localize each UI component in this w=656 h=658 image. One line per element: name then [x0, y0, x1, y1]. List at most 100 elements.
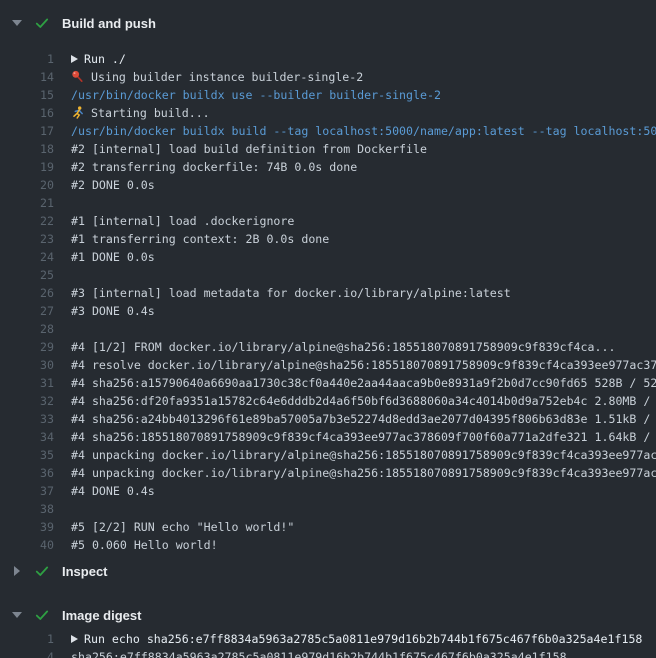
- line-number[interactable]: 15: [0, 86, 54, 104]
- section-title: Image digest: [62, 608, 141, 623]
- section-header-build-and-push[interactable]: Build and push: [0, 0, 656, 38]
- line-number[interactable]: 31: [0, 374, 54, 392]
- log-line: 29#4 [1/2] FROM docker.io/library/alpine…: [0, 338, 656, 356]
- line-number[interactable]: 37: [0, 482, 54, 500]
- line-number[interactable]: 21: [0, 194, 54, 212]
- line-number[interactable]: 38: [0, 500, 54, 518]
- log-text: #5 [2/2] RUN echo "Hello world!": [54, 518, 656, 536]
- line-number[interactable]: 40: [0, 536, 54, 554]
- log-line: 38: [0, 500, 656, 518]
- line-number[interactable]: 14: [0, 68, 54, 86]
- log-text: #2 DONE 0.0s: [54, 176, 656, 194]
- log-text: #4 resolve docker.io/library/alpine@sha2…: [54, 356, 656, 374]
- section-header-image-digest[interactable]: Image digest: [0, 604, 656, 626]
- log-line: 15/usr/bin/docker buildx use --builder b…: [0, 86, 656, 104]
- log-line: 4sha256:e7ff8834a5963a2785c5a0811e979d16…: [0, 648, 656, 658]
- log-text: #4 sha256:a24bb4013296f61e89ba57005a7b3e…: [54, 410, 656, 428]
- line-number[interactable]: 25: [0, 266, 54, 284]
- line-number[interactable]: 28: [0, 320, 54, 338]
- line-number[interactable]: 39: [0, 518, 54, 536]
- line-number[interactable]: 1: [0, 50, 54, 68]
- log-text: #1 transferring context: 2B 0.0s done: [54, 230, 656, 248]
- log-text: [54, 266, 656, 284]
- log-line: 35#4 unpacking docker.io/library/alpine@…: [0, 446, 656, 464]
- log-line[interactable]: 1Run ./: [0, 50, 656, 68]
- line-number[interactable]: 16: [0, 104, 54, 122]
- section-title: Inspect: [62, 564, 108, 579]
- section-header-inspect[interactable]: Inspect: [0, 560, 656, 582]
- log-lines: 1Run ./14Using builder instance builder-…: [0, 50, 656, 554]
- log-line: 20#2 DONE 0.0s: [0, 176, 656, 194]
- section-title: Build and push: [62, 16, 156, 31]
- chevron-right-icon[interactable]: [11, 566, 23, 576]
- log-text: #1 DONE 0.0s: [54, 248, 656, 266]
- log-lines: 1Run echo sha256:e7ff8834a5963a2785c5a08…: [0, 630, 656, 658]
- log-line: 19#2 transferring dockerfile: 74B 0.0s d…: [0, 158, 656, 176]
- line-number[interactable]: 29: [0, 338, 54, 356]
- log-line: 34#4 sha256:185518070891758909c9f839cf4c…: [0, 428, 656, 446]
- command-text: /usr/bin/docker buildx build --tag local…: [54, 122, 656, 140]
- runner-icon: [71, 106, 84, 119]
- pushpin-icon: [71, 70, 84, 83]
- log-text: Starting build...: [54, 104, 656, 122]
- log-text: Using builder instance builder-single-2: [54, 68, 656, 86]
- log-text: #5 0.060 Hello world!: [54, 536, 656, 554]
- chevron-down-icon[interactable]: [11, 612, 23, 618]
- line-number[interactable]: 34: [0, 428, 54, 446]
- command-text: /usr/bin/docker buildx use --builder bui…: [54, 86, 656, 104]
- log-text: #4 unpacking docker.io/library/alpine@sh…: [54, 464, 656, 482]
- line-number[interactable]: 30: [0, 356, 54, 374]
- expand-log-icon[interactable]: [71, 635, 78, 643]
- log-text: #4 sha256:185518070891758909c9f839cf4ca3…: [54, 428, 656, 446]
- log-text: #4 [1/2] FROM docker.io/library/alpine@s…: [54, 338, 656, 356]
- line-number[interactable]: 26: [0, 284, 54, 302]
- section-inspect: Inspect: [0, 560, 656, 582]
- run-command-text: Run ./: [54, 50, 656, 68]
- line-number[interactable]: 24: [0, 248, 54, 266]
- line-number[interactable]: 32: [0, 392, 54, 410]
- log-text: #3 DONE 0.4s: [54, 302, 656, 320]
- log-line: 33#4 sha256:a24bb4013296f61e89ba57005a7b…: [0, 410, 656, 428]
- section-build-and-push: Build and push 1Run ./14Using builder in…: [0, 0, 656, 554]
- line-number[interactable]: 17: [0, 122, 54, 140]
- line-number[interactable]: 22: [0, 212, 54, 230]
- log-text: #4 DONE 0.4s: [54, 482, 656, 500]
- log-text: #1 [internal] load .dockerignore: [54, 212, 656, 230]
- log-line: 30#4 resolve docker.io/library/alpine@sh…: [0, 356, 656, 374]
- line-number[interactable]: 18: [0, 140, 54, 158]
- line-number[interactable]: 19: [0, 158, 54, 176]
- line-number[interactable]: 33: [0, 410, 54, 428]
- log-line: 31#4 sha256:a15790640a6690aa1730c38cf0a4…: [0, 374, 656, 392]
- log-line: 24#1 DONE 0.0s: [0, 248, 656, 266]
- line-number[interactable]: 36: [0, 464, 54, 482]
- check-icon: [34, 15, 50, 31]
- log-line: 32#4 sha256:df20fa9351a15782c64e6dddb2d4…: [0, 392, 656, 410]
- line-number[interactable]: 35: [0, 446, 54, 464]
- log-text: sha256:e7ff8834a5963a2785c5a0811e979d16b…: [54, 648, 656, 658]
- log-line: 36#4 unpacking docker.io/library/alpine@…: [0, 464, 656, 482]
- line-number[interactable]: 4: [0, 648, 54, 658]
- log-text: #3 [internal] load metadata for docker.i…: [54, 284, 656, 302]
- log-text: #2 transferring dockerfile: 74B 0.0s don…: [54, 158, 656, 176]
- log-line: 37#4 DONE 0.4s: [0, 482, 656, 500]
- line-number[interactable]: 27: [0, 302, 54, 320]
- check-icon: [34, 563, 50, 579]
- log-line: 14Using builder instance builder-single-…: [0, 68, 656, 86]
- line-number[interactable]: 1: [0, 630, 54, 648]
- log-text: #4 sha256:a15790640a6690aa1730c38cf0a440…: [54, 374, 656, 392]
- section-image-digest: Image digest 1Run echo sha256:e7ff8834a5…: [0, 604, 656, 658]
- expand-log-icon[interactable]: [71, 55, 78, 63]
- log-line: 40#5 0.060 Hello world!: [0, 536, 656, 554]
- log-text: #4 sha256:df20fa9351a15782c64e6dddb2d4a6…: [54, 392, 656, 410]
- log-line[interactable]: 1Run echo sha256:e7ff8834a5963a2785c5a08…: [0, 630, 656, 648]
- actions-log-viewer: Build and push 1Run ./14Using builder in…: [0, 0, 656, 658]
- log-line: 18#2 [internal] load build definition fr…: [0, 140, 656, 158]
- log-text: [54, 500, 656, 518]
- log-text: [54, 320, 656, 338]
- log-line: 16Starting build...: [0, 104, 656, 122]
- line-number[interactable]: 23: [0, 230, 54, 248]
- line-number[interactable]: 20: [0, 176, 54, 194]
- chevron-down-icon[interactable]: [11, 20, 23, 26]
- run-command-text: Run echo sha256:e7ff8834a5963a2785c5a081…: [54, 630, 656, 648]
- log-line: 26#3 [internal] load metadata for docker…: [0, 284, 656, 302]
